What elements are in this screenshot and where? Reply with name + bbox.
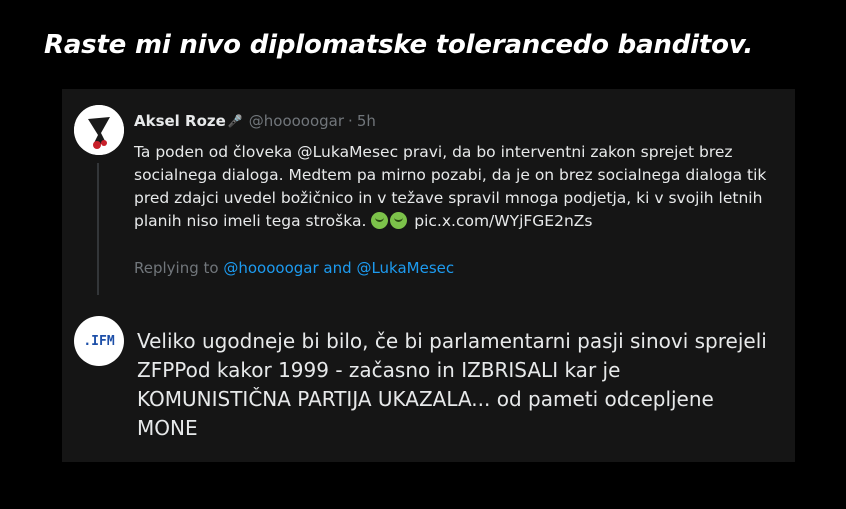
replying-to: Replying to @hooooogar and @LukaMesec [134,259,454,277]
replying-to-and: and [323,259,352,277]
replying-to-label: Replying to [134,259,219,277]
reply-author-avatar[interactable]: .IFM [74,316,124,366]
author-handle[interactable]: @hooooogar [249,112,344,130]
nauseated-face-icon [390,212,408,229]
quoted-tweet-body: Ta poden od človeka @LukaMesec pravi, da… [134,141,774,233]
headline: Raste mi nivo diplomatske tolerancedo ba… [44,30,754,60]
replying-to-user-lukamesec[interactable]: @LukaMesec [356,259,454,277]
reply-tweet-text: Veliko ugodneje bi bilo, če bi parlament… [137,329,767,440]
tweet-time[interactable]: 5h [357,112,376,130]
meta-separator: · [348,112,353,130]
avatar-logo-text: .IFM [83,333,115,349]
tweet-header: Aksel Roze 🎤 @hooooogar · 5h [134,112,376,130]
tweet-thread-card: Aksel Roze 🎤 @hooooogar · 5h Ta poden od… [62,89,795,462]
tweet-media-link[interactable]: pic.x.com/WYjFGE2nZs [414,212,592,230]
microphone-icon: 🎤 [227,114,243,128]
avatar-image [74,105,124,155]
author-name[interactable]: Aksel Roze [134,112,226,130]
nauseated-face-icon [371,212,389,229]
thread-connector-line [97,163,99,295]
replying-to-user-hooooogar[interactable]: @hooooogar [223,259,318,277]
author-avatar[interactable] [74,105,124,155]
